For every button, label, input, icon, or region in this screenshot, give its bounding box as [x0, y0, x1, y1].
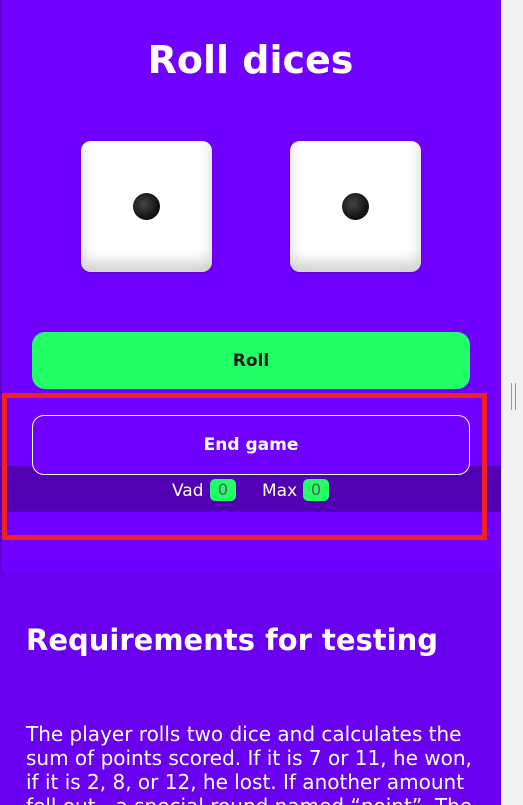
highlight-box [2, 393, 487, 540]
die-pip-icon [342, 193, 369, 220]
die-right [290, 141, 421, 272]
die-left [81, 141, 212, 272]
scrollbar-handle[interactable] [511, 383, 516, 410]
page-title: Roll dices [147, 38, 354, 82]
requirements-text: The player rolls two dice and calculates… [26, 722, 472, 805]
scrollbar[interactable] [501, 0, 523, 805]
requirements-title: Requirements for testing [26, 623, 439, 657]
roll-button[interactable]: Roll [32, 332, 470, 389]
die-pip-icon [133, 193, 160, 220]
